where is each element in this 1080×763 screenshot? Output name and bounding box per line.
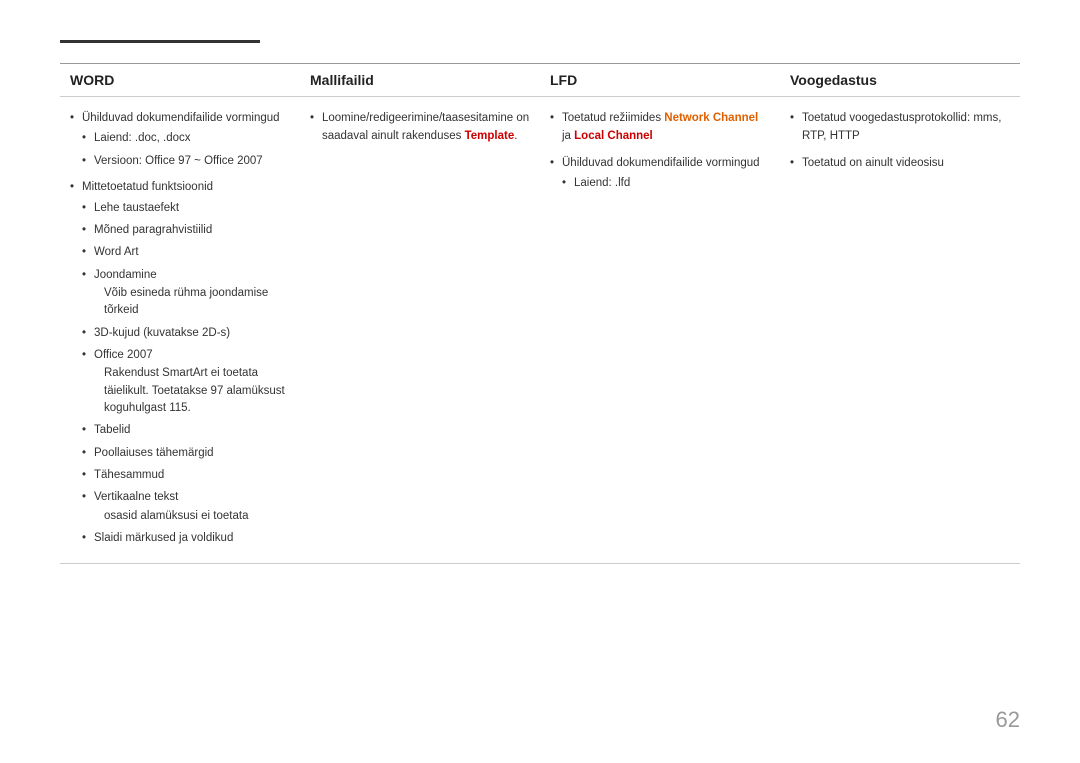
page-container: WORD Mallifailid LFD Voogedastus Ühilduv… xyxy=(0,0,1080,763)
lfd-item-2: Ühilduvad dokumendifailide vormingud Lai… xyxy=(550,154,770,193)
lfd-column: Toetatud režiimides Network Channel ja L… xyxy=(540,109,780,551)
lfd-item-1: Toetatud režiimides Network Channel ja L… xyxy=(550,109,770,146)
voogedastus-item-1: Toetatud voogedastusprotokollid: mms, RT… xyxy=(790,109,1010,146)
mallifailid-item-1: Loomine/redigeerimine/taasesitamine on s… xyxy=(310,109,530,146)
word-sub-1-2: Versioon: Office 97 ~ Office 2007 xyxy=(82,152,290,170)
word-sub-2-7: Tabelid xyxy=(82,421,290,439)
mallifailid-column: Loomine/redigeerimine/taasesitamine on s… xyxy=(300,109,540,551)
lfd-sub-2-1: Laiend: .lfd xyxy=(562,174,770,192)
word-sub-2-6-note: Rakendust SmartArt ei toetata täielikult… xyxy=(94,365,290,417)
word-column: Ühilduvad dokumendifailide vormingud Lai… xyxy=(60,109,300,551)
word-sub-2-4: Joondamine Võib esineda rühma joondamise… xyxy=(82,266,290,320)
word-sub-2-6: Office 2007 Rakendust SmartArt ei toetat… xyxy=(82,346,290,417)
word-item-2: Mittetoetatud funktsioonid Lehe taustaef… xyxy=(70,178,290,547)
table-body: Ühilduvad dokumendifailide vormingud Lai… xyxy=(60,97,1020,564)
word-sub-2-11: Slaidi märkused ja voldikud xyxy=(82,529,290,547)
table-header: WORD Mallifailid LFD Voogedastus xyxy=(60,64,1020,97)
header-lfd: LFD xyxy=(540,72,780,88)
header-mallifailid: Mallifailid xyxy=(300,72,540,88)
word-sub-2-10: Vertikaalne tekst osasid alamüksusi ei t… xyxy=(82,488,290,525)
word-sub-2-5: 3D-kujud (kuvatakse 2D-s) xyxy=(82,324,290,342)
top-bar-line xyxy=(60,40,260,43)
word-sub-2-4-note: Võib esineda rühma joondamise tõrkeid xyxy=(94,285,290,320)
word-item-1: Ühilduvad dokumendifailide vormingud Lai… xyxy=(70,109,290,170)
word-sub-1-1: Laiend: .doc, .docx xyxy=(82,129,290,147)
word-sub-2-8: Poollaiuses tähemärgid xyxy=(82,444,290,462)
voogedastus-column: Toetatud voogedastusprotokollid: mms, RT… xyxy=(780,109,1020,551)
page-number: 62 xyxy=(996,707,1020,733)
word-sub-2-2: Mõned paragrahvistiilid xyxy=(82,221,290,239)
word-sub-2-3: Word Art xyxy=(82,243,290,261)
word-sub-2-1: Lehe taustaefekt xyxy=(82,199,290,217)
word-sub-2-9: Tähesammud xyxy=(82,466,290,484)
word-sub-2-10-note: osasid alamüksusi ei toetata xyxy=(94,508,290,525)
header-word: WORD xyxy=(60,72,300,88)
header-voogedastus: Voogedastus xyxy=(780,72,1020,88)
table-wrapper: WORD Mallifailid LFD Voogedastus Ühilduv… xyxy=(60,63,1020,564)
voogedastus-item-2: Toetatud on ainult videosisu xyxy=(790,154,1010,172)
